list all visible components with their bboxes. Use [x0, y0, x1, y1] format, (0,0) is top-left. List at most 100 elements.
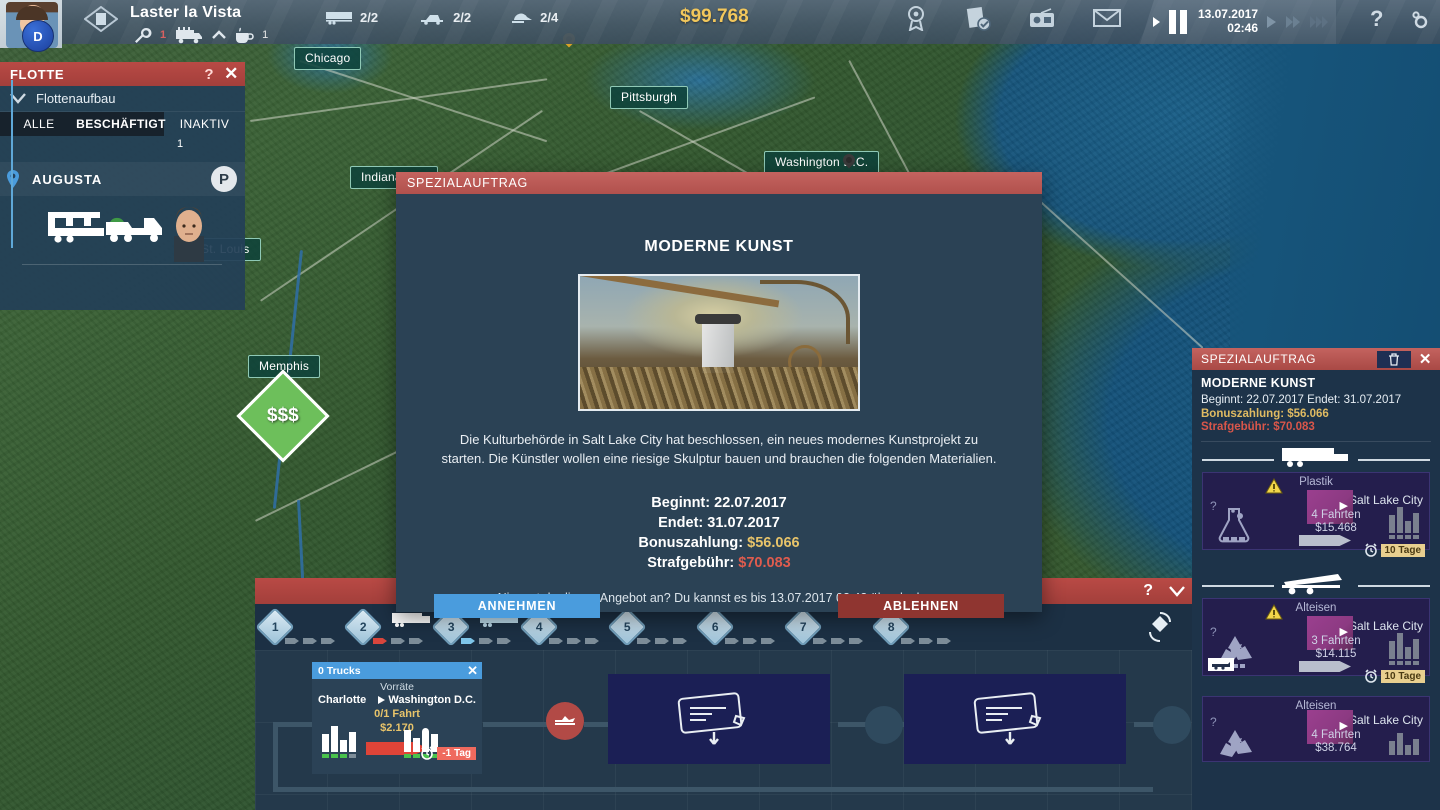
accept-button[interactable]: ANNEHMEN [434, 594, 600, 618]
counter-truck[interactable]: 2/2 [418, 10, 471, 25]
route-destination-label: Washington D.C. [388, 694, 476, 706]
speed-1x-button[interactable] [1265, 15, 1278, 29]
modal-bonus-value: $56.066 [747, 534, 800, 551]
special-contract-modal: SPEZIALAUFTRAG MODERNE KUNST Die Kulturb… [396, 172, 1042, 618]
game-time: 02:46 [1227, 21, 1258, 35]
gear-icon[interactable] [1408, 8, 1432, 32]
city-label-washington[interactable]: Washington D.C. [764, 151, 880, 174]
contract-2-arrow [1299, 661, 1351, 672]
contract-card-1[interactable]: Plastik ? Salt Lake City ▶ 4 Fahrten $15… [1202, 472, 1430, 557]
speed-3x-button[interactable] [1309, 15, 1331, 29]
city-label-pittsburgh[interactable]: Pittsburgh [610, 86, 689, 109]
fleet-close-button[interactable]: ✕ [224, 64, 239, 84]
sculpture-pillar [695, 314, 742, 374]
contract-1-city-bars [1389, 507, 1419, 539]
wrench-icon[interactable] [134, 27, 152, 43]
route-planner-collapse-button[interactable] [1169, 585, 1185, 597]
step-5-label: 5 [623, 620, 631, 634]
top-action-icons [905, 5, 1121, 31]
contract-2-days: 10 Tage [1380, 669, 1425, 683]
empty-contract-slot[interactable] [904, 674, 1126, 764]
tab-inaktiv-count: 1 [176, 138, 184, 150]
route-card[interactable]: 0 Trucks ✕ Vorräte Charlotte Washington … [312, 662, 482, 774]
contract-2-destination: Salt Lake City [1348, 619, 1423, 633]
counter-trailer[interactable]: 2/2 [325, 10, 378, 25]
route-origin: Charlotte [318, 694, 367, 706]
route-flow-canvas[interactable]: 0 Trucks ✕ Vorräte Charlotte Washington … [255, 650, 1195, 810]
route-settings-gear-icon[interactable] [1147, 612, 1173, 642]
fleet-subtitle-row[interactable]: Flottenaufbau [0, 86, 245, 112]
tab-inaktiv[interactable]: INAKTIV [164, 112, 245, 136]
contract-card-3[interactable]: Alteisen ? Salt Lake City ▶ 4 Fahrten $3… [1202, 696, 1430, 762]
box-trailer-icon [1282, 448, 1348, 467]
flow-vehicle-node[interactable] [546, 702, 584, 740]
alarm-clock-icon [421, 746, 434, 760]
contract-1-arrow [1299, 535, 1351, 546]
park-button[interactable]: P [211, 166, 237, 192]
truck-icon [418, 11, 446, 25]
flow-node[interactable] [1153, 706, 1191, 744]
mail-icon[interactable] [1093, 8, 1121, 28]
counter-driver[interactable]: 2/4 [511, 10, 558, 25]
white-trailer-icon [392, 613, 430, 627]
driver-portrait-icon [174, 207, 204, 262]
speed-2x-button[interactable] [1285, 15, 1302, 29]
fleet-group-city: AUGUSTA [32, 171, 103, 187]
modal-end-label: Endet: [658, 514, 704, 531]
help-button[interactable]: ? [1370, 6, 1383, 32]
contract-1-days: 10 Tage [1380, 543, 1425, 557]
special-contract-panel: SPEZIALAUFTRAG ✕ MODERNE KUNST Beginnt: … [1192, 348, 1440, 810]
special-contract-close-button[interactable]: ✕ [1419, 350, 1432, 368]
step-1[interactable]: 1 [255, 604, 349, 650]
fleet-group-augusta[interactable]: AUGUSTA P [0, 162, 245, 196]
contract-3-destination: Salt Lake City [1348, 713, 1423, 727]
counter-driver-value: 2/4 [540, 10, 559, 25]
medal-icon[interactable] [905, 5, 927, 31]
decline-button[interactable]: ABLEHNEN [838, 594, 1004, 618]
contract-1-destination: Salt Lake City [1348, 493, 1423, 507]
cap-icon [511, 11, 533, 25]
fleet-help-button[interactable]: ? [204, 66, 214, 83]
chevron-up-icon[interactable] [212, 30, 226, 40]
flow-node[interactable] [865, 706, 903, 744]
route-planner-help-button[interactable]: ? [1143, 582, 1153, 600]
contract-2-vehicle-badge [1208, 658, 1234, 671]
modal-end-row: Endet: 31.07.2017 [396, 513, 1042, 533]
radio-icon[interactable] [1029, 8, 1055, 28]
tab-beschaeftigt[interactable]: BESCHÄFTIGT [76, 112, 165, 136]
company-stat-icons: 1 1 [134, 26, 268, 44]
modal-bonus-row: Bonuszahlung: $56.066 [396, 533, 1042, 553]
alarm-clock-icon [1364, 669, 1377, 683]
coffee-icon[interactable] [234, 27, 254, 44]
game-clock: 13.07.2017 02:46 [1194, 7, 1258, 36]
origin-supply-bars [322, 726, 356, 758]
company-name: Laster la Vista [130, 4, 242, 21]
flow-connector [483, 722, 547, 727]
crane-hook [760, 280, 850, 344]
fleet-panel-title: FLOTTE [10, 66, 65, 82]
fleet-vehicle-entry[interactable] [0, 202, 245, 266]
special-contract-penalty: Strafgebühr: $70.083 [1201, 421, 1315, 433]
step-4-label: 4 [535, 620, 543, 634]
counter-trailer-value: 2/2 [360, 10, 379, 25]
play-small-icon[interactable] [1152, 16, 1162, 28]
route-card-close-button[interactable]: ✕ [467, 663, 478, 679]
city-label-chicago[interactable]: Chicago [294, 47, 362, 70]
company-badge[interactable]: D [22, 20, 54, 52]
empty-contract-slot[interactable] [608, 674, 830, 764]
contract-2-price: $14.115 [1315, 648, 1357, 660]
pause-button[interactable] [1169, 10, 1187, 34]
flask-icon [1213, 507, 1257, 545]
company-logo-icon [84, 6, 118, 32]
modal-heading: MODERNE KUNST [644, 238, 794, 255]
clipboard-check-icon[interactable] [965, 5, 991, 31]
fleet-panel-header: FLOTTE ? ✕ [0, 62, 245, 86]
trash-icon[interactable] [1376, 350, 1411, 368]
modal-start-value: 22.07.2017 [714, 494, 787, 511]
contract-card-2[interactable]: Alteisen ? Salt Lake City ▶ 3 Fahrten $1… [1202, 598, 1430, 683]
modal-end-value: 31.07.2017 [707, 514, 780, 531]
alarm-clock-icon [1364, 543, 1377, 557]
step-8-label: 8 [887, 620, 895, 634]
money-balance: $99.768 [680, 6, 749, 27]
garage-truck-icon[interactable] [174, 26, 204, 44]
